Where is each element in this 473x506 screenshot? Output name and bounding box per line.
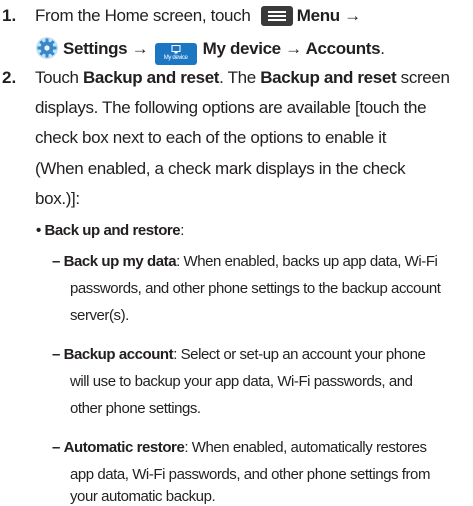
- option-text: : When enabled, backs up app data, Wi-Fi: [176, 253, 438, 270]
- option-title: Backup account: [63, 346, 174, 363]
- arrow: →: [127, 39, 153, 58]
- option-line: your automatic backup.: [70, 488, 216, 505]
- menu-label: Menu: [296, 6, 340, 25]
- colon: :: [180, 222, 184, 239]
- option-line: other phone settings.: [70, 400, 201, 417]
- settings-label: Settings: [63, 39, 128, 58]
- dash: –: [52, 253, 60, 270]
- step-text: . The: [219, 68, 261, 87]
- accounts-label: Accounts: [305, 39, 381, 58]
- step-1-line-2: Settings → My device My device → Account…: [35, 36, 385, 65]
- backup-and-reset-label: Backup and reset: [260, 68, 397, 87]
- step-number: 1.: [2, 6, 17, 25]
- option-text: : When enabled, automatically restores: [184, 439, 427, 456]
- step-2-line-1: Touch Backup and reset. The Backup and r…: [35, 68, 450, 88]
- gear-icon: [35, 36, 59, 60]
- option-line: server(s).: [70, 307, 129, 324]
- option-line: – Backup account: Select or set-up an ac…: [52, 346, 426, 364]
- step-text: Touch: [35, 68, 83, 87]
- step-text: screen: [396, 68, 450, 87]
- arrow: →: [280, 39, 306, 58]
- dash: –: [52, 439, 60, 456]
- step-2-line-4: (When enabled, a check mark displays in …: [35, 159, 406, 178]
- step-1-line-1: From the Home screen, touch Menu →: [35, 6, 361, 26]
- step-2-line-2: displays. The following options are avai…: [35, 98, 427, 117]
- option-text: : Select or set-up an account your phone: [173, 346, 426, 363]
- dash: –: [52, 346, 60, 363]
- my-device-icon: My device: [154, 43, 197, 65]
- step-number: 2.: [2, 68, 17, 87]
- option-line: – Automatic restore: When enabled, autom…: [52, 439, 427, 457]
- option-line: – Back up my data: When enabled, backs u…: [52, 253, 438, 271]
- manual-page: 1. From the Home screen, touch Menu → Se…: [0, 0, 473, 506]
- menu-icon: [260, 6, 293, 26]
- backup-and-reset-label: Backup and reset: [83, 68, 220, 87]
- bullet-label: Back up and restore: [44, 222, 181, 239]
- option-title: Back up my data: [63, 253, 177, 270]
- my-device-icon-caption: My device: [163, 55, 188, 61]
- bullet-marker: •: [36, 222, 41, 239]
- my-device-label: My device: [202, 39, 281, 58]
- option-line: will use to backup your app data, Wi-Fi …: [70, 373, 413, 390]
- period: .: [380, 39, 385, 58]
- step-2-line-3: check box next to each of the options to…: [35, 128, 387, 147]
- option-line: app data, Wi-Fi passwords, and other pho…: [70, 466, 430, 483]
- bullet-item: • Back up and restore:: [36, 222, 184, 240]
- option-title: Automatic restore: [63, 439, 185, 456]
- arrow: →: [339, 6, 361, 25]
- step-2-line-5: box.)]:: [35, 189, 80, 208]
- option-line: passwords, and other phone settings to t…: [70, 280, 441, 297]
- step-text: From the Home screen, touch: [35, 6, 255, 25]
